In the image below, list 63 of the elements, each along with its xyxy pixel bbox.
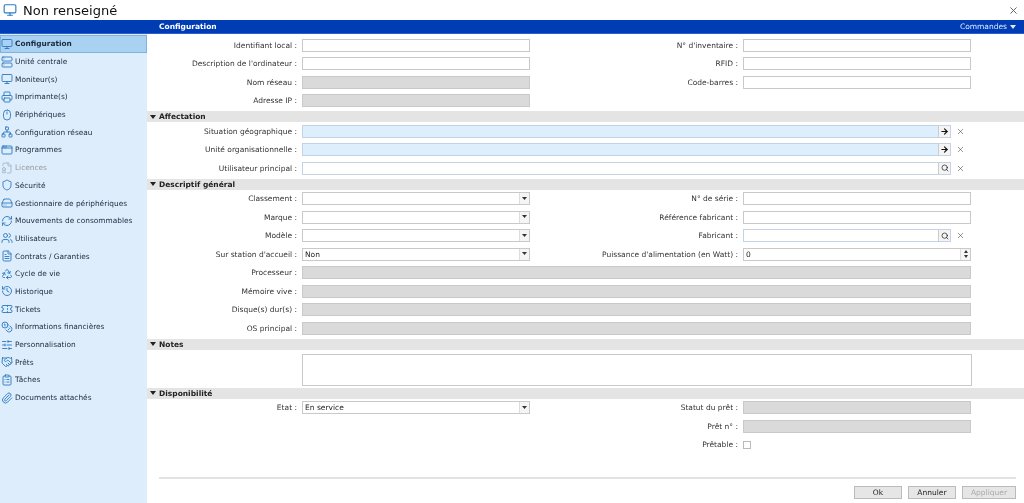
document-icon bbox=[1, 250, 13, 263]
checkbox[interactable] bbox=[743, 440, 751, 449]
close-icon bbox=[955, 126, 965, 136]
lookup-field[interactable] bbox=[302, 143, 951, 157]
handshake-icon bbox=[1, 356, 13, 369]
clear-button[interactable] bbox=[955, 163, 965, 174]
users-icon bbox=[1, 232, 13, 245]
dropdown[interactable] bbox=[302, 192, 530, 206]
text-field[interactable] bbox=[302, 57, 530, 71]
caret-icon bbox=[522, 405, 527, 410]
ticket-icon bbox=[1, 303, 13, 316]
paperclip-icon bbox=[1, 391, 13, 404]
clear-button[interactable] bbox=[955, 144, 965, 155]
lookup-field[interactable] bbox=[302, 124, 951, 138]
arrow-right-icon[interactable] bbox=[940, 145, 949, 155]
monitor-icon bbox=[1, 73, 13, 86]
recycle-icon bbox=[1, 267, 13, 280]
dropdown[interactable] bbox=[302, 229, 530, 243]
close-icon bbox=[955, 145, 965, 155]
mouse-icon bbox=[1, 108, 13, 121]
server-icon bbox=[1, 55, 13, 68]
coins-icon bbox=[1, 320, 13, 333]
expand-triangle-icon[interactable] bbox=[150, 341, 156, 347]
notes-field[interactable] bbox=[302, 353, 972, 386]
close-icon bbox=[955, 231, 965, 241]
expand-triangle-icon[interactable] bbox=[150, 181, 156, 187]
shield-icon bbox=[1, 179, 13, 192]
search-field[interactable] bbox=[302, 161, 951, 175]
text-field[interactable] bbox=[743, 38, 971, 52]
caret-icon bbox=[522, 196, 527, 201]
text-field[interactable] bbox=[302, 38, 530, 52]
refresh-icon bbox=[1, 214, 13, 227]
certificate-icon bbox=[1, 161, 13, 174]
history-icon bbox=[1, 285, 13, 298]
close-icon bbox=[955, 163, 965, 173]
search-field[interactable] bbox=[743, 229, 951, 243]
caret-icon bbox=[522, 215, 527, 220]
text-field[interactable] bbox=[743, 57, 971, 71]
printer-icon bbox=[1, 90, 13, 103]
caret-icon bbox=[1010, 24, 1016, 29]
arrow-right-icon[interactable] bbox=[940, 126, 949, 136]
clipboard-icon bbox=[1, 373, 13, 386]
network-icon bbox=[1, 126, 13, 139]
text-field[interactable] bbox=[743, 210, 971, 224]
search-icon[interactable] bbox=[940, 231, 949, 240]
window-title: Non renseigné bbox=[23, 2, 119, 18]
computer-icon bbox=[3, 3, 17, 17]
text-field[interactable] bbox=[743, 192, 971, 206]
caret-icon bbox=[522, 233, 527, 238]
monitor-icon bbox=[1, 37, 13, 50]
window-icon bbox=[1, 143, 13, 156]
expand-triangle-icon[interactable] bbox=[150, 113, 156, 120]
clear-button[interactable] bbox=[955, 126, 965, 137]
hard-drive-icon bbox=[1, 197, 13, 210]
text-field[interactable] bbox=[743, 75, 971, 89]
caret-icon bbox=[522, 252, 527, 257]
close-icon bbox=[1007, 4, 1019, 16]
spinner-arrows-icon[interactable] bbox=[963, 250, 968, 259]
dropdown[interactable] bbox=[302, 210, 530, 224]
sliders-icon bbox=[1, 338, 13, 351]
search-icon[interactable] bbox=[940, 164, 949, 173]
clear-button[interactable] bbox=[955, 230, 965, 241]
expand-triangle-icon[interactable] bbox=[150, 390, 156, 396]
